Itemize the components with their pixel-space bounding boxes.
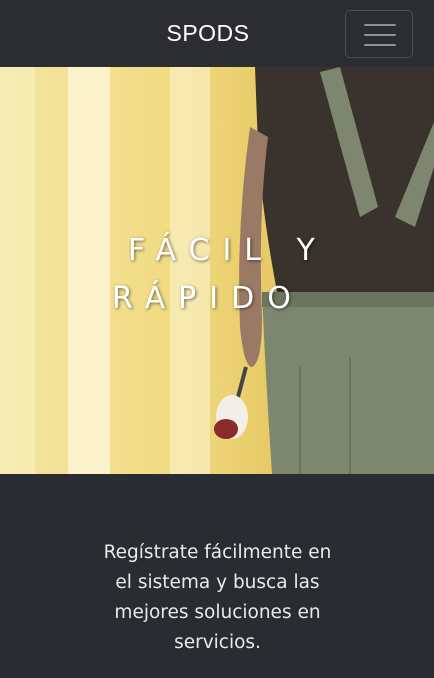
hero-title-line-2: RÁPIDO xyxy=(112,281,304,316)
hero-title: FÁCIL Y RÁPIDO xyxy=(60,227,360,323)
hamburger-menu-icon xyxy=(364,44,396,46)
hero-banner: FÁCIL Y RÁPIDO xyxy=(0,67,434,474)
hamburger-menu-icon xyxy=(364,34,396,36)
hamburger-menu-icon xyxy=(364,24,396,26)
hero-title-line-1: FÁCIL Y xyxy=(128,233,328,268)
intro-text: Regístrate fácilmente en el sistema y bu… xyxy=(103,542,332,653)
navbar-toggle-button[interactable] xyxy=(345,10,413,58)
navbar: SPODS xyxy=(0,0,434,67)
